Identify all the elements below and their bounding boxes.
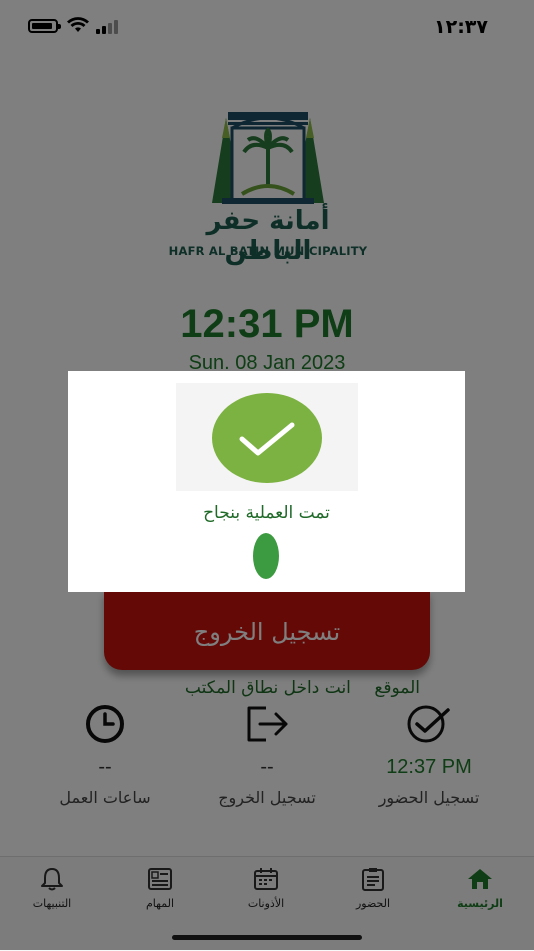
success-dialog: تمت العملية بنجاح — [68, 371, 465, 592]
loading-indicator — [253, 533, 279, 579]
checkmark-icon — [239, 422, 295, 456]
success-message: تمت العملية بنجاح — [203, 503, 330, 523]
success-circle — [212, 393, 322, 483]
home-indicator[interactable] — [172, 935, 362, 940]
